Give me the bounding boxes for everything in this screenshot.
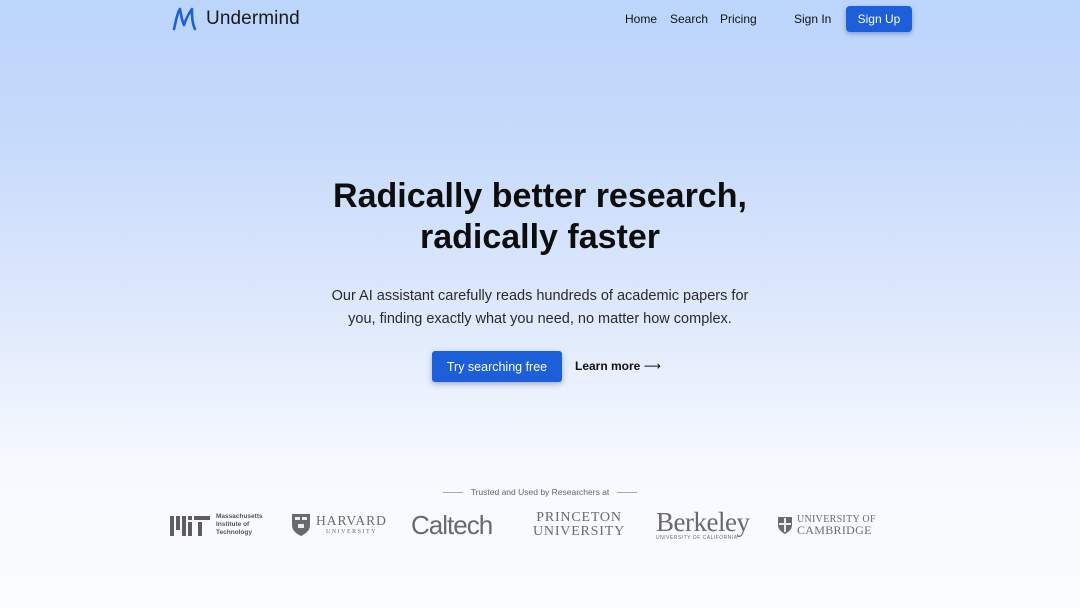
caltech-name: Caltech xyxy=(411,509,493,540)
harvard-shield-icon xyxy=(292,514,310,536)
mit-name-line-1: Massachusetts xyxy=(216,513,263,520)
nav-link-home[interactable]: Home xyxy=(625,12,657,26)
mit-name-line-2: Institute of xyxy=(216,521,250,528)
sign-up-button[interactable]: Sign Up xyxy=(846,6,912,32)
hero-subtitle: Our AI assistant carefully reads hundred… xyxy=(0,285,1080,331)
caltech-logo: Caltech xyxy=(411,506,493,544)
learn-more-label: Learn more xyxy=(575,359,641,373)
cambridge-logo: UNIVERSITY OF CAMBRIDGE xyxy=(777,506,876,544)
nav-link-search[interactable]: Search xyxy=(670,12,708,26)
princeton-sub: UNIVERSITY xyxy=(533,524,625,539)
princeton-name: PRINCETON xyxy=(536,510,622,525)
harvard-logo: HARVARD UNIVERSITY xyxy=(291,506,387,544)
hero-subtitle-line-2: you, finding exactly what you need, no m… xyxy=(348,311,732,327)
cambridge-name-line-2: CAMBRIDGE xyxy=(797,523,872,537)
mit-wordmark-icon xyxy=(170,516,210,536)
hero-title-line-1: Radically better research, xyxy=(333,177,747,215)
mit-logo: Massachusetts Institute of Technology xyxy=(170,506,263,544)
divider-left xyxy=(442,492,463,494)
harvard-name: HARVARD xyxy=(316,513,387,528)
sign-in-link[interactable]: Sign In xyxy=(794,12,831,26)
hero-subtitle-line-1: Our AI assistant carefully reads hundred… xyxy=(331,288,749,304)
brand-name: Undermind xyxy=(206,8,300,29)
university-logos: Massachusetts Institute of Technology HA… xyxy=(0,506,1080,546)
hero-title-line-2: radically faster xyxy=(419,218,661,256)
trusted-by-text: Trusted and Used by Researchers at xyxy=(470,487,610,497)
hero-title: Radically better research, radically fas… xyxy=(0,176,1080,258)
berkeley-sub: UNIVERSITY OF CALIFORNIA xyxy=(656,534,738,541)
brand-logo[interactable]: Undermind xyxy=(170,5,300,33)
berkeley-name: Berkeley xyxy=(656,506,750,537)
nav-link-pricing[interactable]: Pricing xyxy=(720,12,757,26)
harvard-sub: UNIVERSITY xyxy=(325,529,377,535)
learn-more-link[interactable]: Learn more ⟶ xyxy=(575,359,661,373)
trusted-by-label: Trusted and Used by Researchers at xyxy=(0,487,1080,497)
top-navbar: Undermind Home Search Pricing Sign In Si… xyxy=(0,0,1080,38)
try-searching-free-button[interactable]: Try searching free xyxy=(432,351,562,382)
arrow-right-icon: ⟶ xyxy=(643,359,661,373)
berkeley-logo: Berkeley UNIVERSITY OF CALIFORNIA xyxy=(656,506,750,544)
cambridge-shield-icon xyxy=(778,516,792,534)
mit-name-line-3: Technology xyxy=(216,529,252,536)
princeton-logo: PRINCETON UNIVERSITY xyxy=(533,506,625,544)
divider-right xyxy=(617,492,638,494)
undermind-logo-icon xyxy=(172,7,197,31)
